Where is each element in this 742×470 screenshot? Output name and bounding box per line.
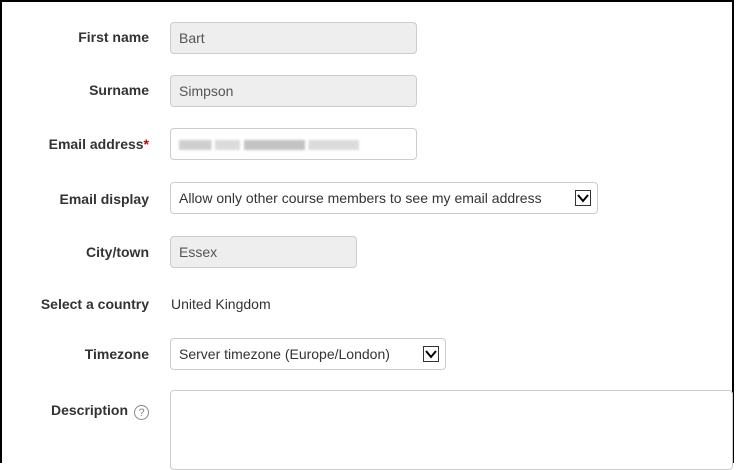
description-label-text: Description bbox=[50, 402, 128, 418]
help-icon[interactable]: ? bbox=[134, 405, 149, 420]
timezone-label: Timezone bbox=[84, 346, 149, 362]
first-name-label: First name bbox=[78, 29, 149, 45]
surname-label: Surname bbox=[89, 82, 149, 98]
timezone-selected: Server timezone (Europe/London) bbox=[179, 346, 390, 362]
chevron-down-icon bbox=[575, 190, 591, 206]
email-display-selected: Allow only other course members to see m… bbox=[179, 190, 542, 206]
email-field[interactable] bbox=[170, 128, 417, 160]
surname-field[interactable]: Simpson bbox=[170, 75, 417, 107]
required-marker: * bbox=[143, 136, 149, 152]
email-label: Email address* bbox=[24, 134, 149, 154]
country-label: Select a country bbox=[40, 296, 149, 312]
city-field[interactable]: Essex bbox=[170, 236, 357, 268]
email-label-text: Email address bbox=[48, 136, 144, 152]
first-name-field[interactable]: Bart bbox=[170, 22, 417, 54]
city-label: City/town bbox=[86, 244, 149, 260]
chevron-down-icon bbox=[423, 346, 439, 362]
timezone-select[interactable]: Server timezone (Europe/London) bbox=[170, 338, 446, 370]
email-display-label: Email display bbox=[59, 191, 149, 207]
description-label: Description? bbox=[24, 400, 149, 420]
email-display-select[interactable]: Allow only other course members to see m… bbox=[170, 182, 598, 214]
description-textarea[interactable] bbox=[170, 390, 733, 470]
blurred-email-value bbox=[179, 140, 359, 150]
country-value: United Kingdom bbox=[171, 296, 271, 312]
